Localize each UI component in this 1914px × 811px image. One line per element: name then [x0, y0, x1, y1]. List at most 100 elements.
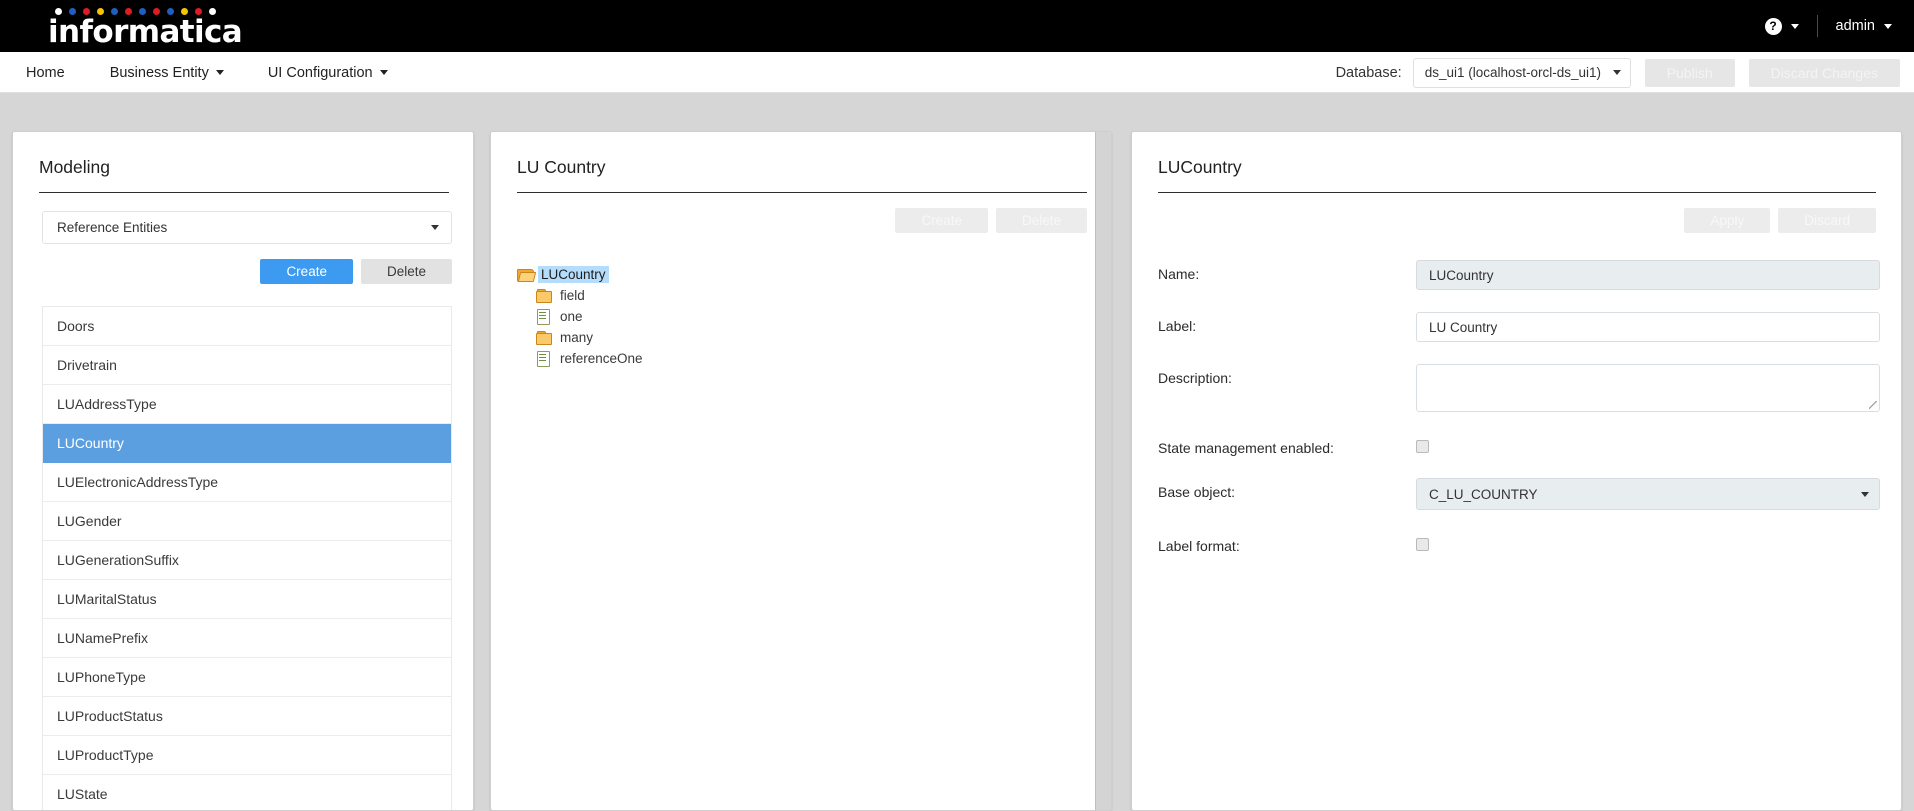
- folder-open-icon: [517, 267, 534, 282]
- nav-item-ui-configuration-label: UI Configuration: [267, 64, 373, 81]
- label-format-checkbox[interactable]: [1416, 538, 1429, 551]
- description-field[interactable]: [1416, 364, 1880, 412]
- tree-node[interactable]: many: [536, 327, 646, 347]
- help-chevron-down-icon[interactable]: [1790, 23, 1799, 29]
- tree-node-label: LUCountry: [538, 265, 609, 283]
- list-item[interactable]: LUProductType: [43, 736, 451, 775]
- chevron-down-icon: [379, 70, 388, 75]
- base-object-select[interactable]: C_LU_COUNTRY: [1416, 478, 1880, 510]
- folder-icon: [536, 288, 552, 303]
- list-item-label: LUProductStatus: [57, 708, 163, 724]
- document-icon: [536, 351, 551, 367]
- delete-button[interactable]: Delete: [360, 259, 452, 284]
- form-row-label: Label: LU Country: [1158, 312, 1880, 342]
- chevron-down-icon: [215, 70, 224, 75]
- user-chevron-down-icon[interactable]: [1884, 23, 1892, 29]
- folder-icon: [536, 330, 552, 345]
- list-item[interactable]: LUGenerationSuffix: [43, 541, 451, 580]
- list-item[interactable]: Drivetrain: [43, 346, 451, 385]
- informatica-logo[interactable]: informatica: [48, 4, 248, 50]
- entity-tree[interactable]: LUCountry field one many referenceOne: [517, 264, 646, 369]
- tree-panel-title: LU Country: [517, 157, 606, 177]
- label-format-label: Label format:: [1158, 538, 1240, 554]
- detail-button-row: Apply Discard: [1158, 208, 1876, 233]
- detail-panel-title: LUCountry: [1158, 157, 1242, 177]
- nav-item-business-entity-label: Business Entity: [109, 64, 209, 81]
- document-icon: [536, 309, 551, 325]
- logo-wordmark: informatica: [48, 14, 243, 50]
- tree-create-button[interactable]: Create: [895, 208, 988, 233]
- tree-panel-scrollbar[interactable]: [1095, 132, 1111, 810]
- tree-node[interactable]: LUCountry: [517, 264, 646, 284]
- list-item-label: Drivetrain: [57, 357, 117, 373]
- entity-tree-panel: LU Country Create Delete LUCountry field o…: [490, 131, 1112, 811]
- list-item-label: LUPhoneType: [57, 669, 146, 685]
- list-item[interactable]: LUPhoneType: [43, 658, 451, 697]
- list-item[interactable]: LUAddressType: [43, 385, 451, 424]
- top-bar-actions: ? admin: [1764, 0, 1892, 52]
- create-button[interactable]: Create: [260, 259, 353, 284]
- list-item[interactable]: LUMaritalStatus: [43, 580, 451, 619]
- tree-delete-button[interactable]: Delete: [995, 208, 1087, 233]
- nav-item-ui-configuration[interactable]: UI Configuration: [262, 65, 394, 81]
- nav-item-list: Home Business Entity UI Configuration: [0, 52, 394, 93]
- list-item[interactable]: LUGender: [43, 502, 451, 541]
- state-management-checkbox[interactable]: [1416, 440, 1429, 453]
- entity-list[interactable]: Doors Drivetrain LUAddressType LUCountry LUE…: [42, 306, 452, 810]
- modeling-button-row: Create Delete: [42, 259, 452, 284]
- base-object-select-value: C_LU_COUNTRY: [1429, 486, 1538, 502]
- entity-detail-panel: LUCountry Apply Discard Name: LUCountry …: [1131, 131, 1902, 811]
- list-item-label: LUNamePrefix: [57, 630, 149, 646]
- modeling-panel-title: Modeling: [39, 157, 111, 177]
- nav-item-business-entity[interactable]: Business Entity: [104, 65, 230, 81]
- discard-changes-button[interactable]: Discard Changes: [1748, 58, 1900, 87]
- list-item-label: LUState: [57, 786, 108, 802]
- tree-node[interactable]: referenceOne: [536, 348, 646, 368]
- list-item-label: LUProductType: [57, 747, 154, 763]
- form-row-label-format: Label format:: [1158, 532, 1880, 554]
- database-select-value: ds_ui1 (localhost-orcl-ds_ui1): [1424, 65, 1602, 80]
- entity-type-select[interactable]: Reference Entities: [42, 211, 452, 244]
- list-item[interactable]: LUElectronicAddressType: [43, 463, 451, 502]
- nav-item-home[interactable]: Home: [20, 65, 71, 81]
- apply-button[interactable]: Apply: [1684, 208, 1771, 233]
- database-select[interactable]: ds_ui1 (localhost-orcl-ds_ui1): [1412, 57, 1631, 88]
- label-field[interactable]: LU Country: [1416, 312, 1880, 342]
- top-bar: informatica ? admin: [0, 0, 1914, 52]
- form-row-state-management: State management enabled:: [1158, 434, 1880, 456]
- tree-node-label: one: [560, 308, 583, 324]
- chevron-down-icon: [431, 225, 439, 230]
- name-field: LUCountry: [1416, 260, 1880, 290]
- chevron-down-icon: [1612, 70, 1621, 75]
- tree-node[interactable]: one: [536, 306, 646, 326]
- tree-node[interactable]: field: [536, 285, 646, 305]
- tree-button-row: Create Delete: [517, 208, 1087, 233]
- entity-type-select-value: Reference Entities: [57, 220, 168, 235]
- divider: [1158, 192, 1876, 193]
- label-label: Label:: [1158, 318, 1197, 334]
- list-item[interactable]: LUCountry: [43, 424, 451, 463]
- name-label: Name:: [1158, 266, 1200, 282]
- divider: [1816, 15, 1818, 37]
- publish-button[interactable]: Publish: [1644, 58, 1735, 87]
- list-item-label: LUGender: [57, 513, 122, 529]
- state-management-label: State management enabled:: [1158, 440, 1334, 456]
- discard-button[interactable]: Discard: [1778, 208, 1876, 233]
- list-item-label: LUGenerationSuffix: [57, 552, 179, 568]
- help-circle-icon[interactable]: ?: [1764, 17, 1782, 35]
- description-label: Description:: [1158, 370, 1232, 386]
- divider: [39, 192, 449, 193]
- tree-node-label: referenceOne: [560, 350, 643, 366]
- tree-node-label: many: [560, 329, 594, 345]
- entity-detail-form: Name: LUCountry Label: LU Country Descri…: [1158, 260, 1880, 576]
- list-item[interactable]: Doors: [43, 307, 451, 346]
- list-item[interactable]: LUState: [43, 775, 451, 810]
- divider: [517, 192, 1087, 193]
- list-item-label: Doors: [57, 318, 95, 334]
- user-menu-label[interactable]: admin: [1836, 18, 1876, 34]
- modeling-panel: Modeling Reference Entities Create Delet…: [12, 131, 474, 811]
- nav-item-home-label: Home: [26, 64, 65, 81]
- list-item[interactable]: LUProductStatus: [43, 697, 451, 736]
- main-nav-bar: Home Business Entity UI Configuration Da…: [0, 52, 1914, 93]
- list-item[interactable]: LUNamePrefix: [43, 619, 451, 658]
